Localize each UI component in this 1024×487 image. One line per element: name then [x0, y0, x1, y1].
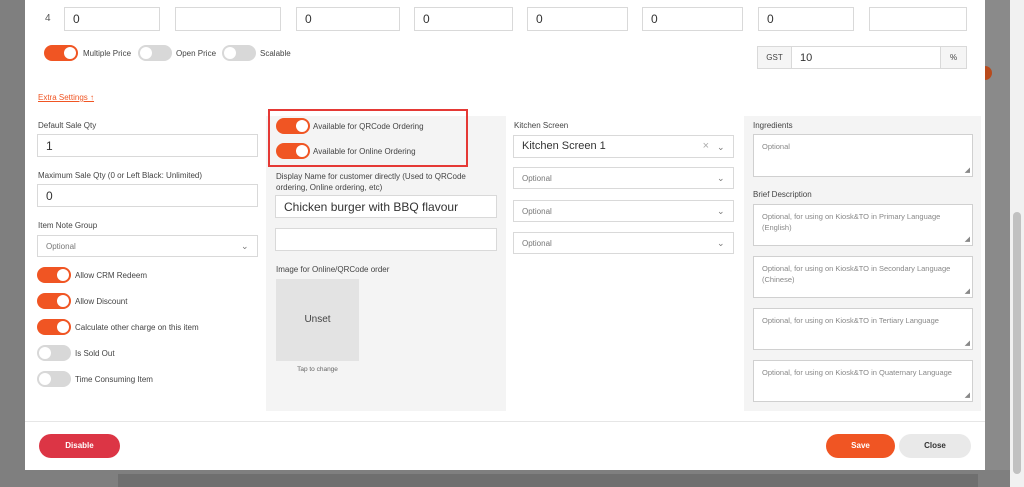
description-secondary-textarea[interactable]: Optional, for using on Kiosk&TO in Secon…: [753, 256, 973, 298]
calculate-other-charge-label: Calculate other charge on this item: [75, 323, 199, 332]
description-quaternary-placeholder: Optional, for using on Kiosk&TO in Quate…: [762, 368, 952, 377]
chevron-down-icon: ⌄: [241, 241, 249, 251]
online-ordering-label: Available for Online Ordering: [313, 147, 416, 156]
backdrop-left: [0, 0, 25, 487]
item-note-group-select[interactable]: Optional ⌄: [37, 235, 258, 257]
display-name-label: Display Name for customer directly (Used…: [276, 172, 466, 192]
price-field-2[interactable]: [175, 7, 281, 31]
display-name-input[interactable]: Chicken burger with BBQ flavour: [275, 195, 497, 218]
item-image[interactable]: Unset: [276, 279, 359, 361]
time-consuming-toggle[interactable]: [37, 371, 71, 387]
gst-field: GST 10 %: [757, 46, 967, 69]
kitchen-screen-select-2[interactable]: Optional ⌄: [513, 167, 734, 189]
ingredients-placeholder: Optional: [762, 142, 790, 151]
description-tertiary-textarea[interactable]: Optional, for using on Kiosk&TO in Terti…: [753, 308, 973, 350]
brief-description-label: Brief Description: [753, 190, 812, 199]
item-note-group-label: Item Note Group: [38, 221, 98, 230]
footer-divider: [25, 421, 985, 422]
resize-handle-icon[interactable]: ◢: [965, 167, 970, 174]
close-button[interactable]: Close: [899, 434, 971, 458]
kitchen-screen-select-4[interactable]: Optional ⌄: [513, 232, 734, 254]
kitchen-screen-value: Kitchen Screen 1: [522, 140, 606, 152]
online-ordering-toggle[interactable]: [276, 143, 310, 159]
description-primary-placeholder: Optional, for using on Kiosk&TO in Prima…: [762, 212, 941, 232]
extra-settings-link[interactable]: Extra Settings ↑: [38, 93, 94, 102]
chevron-down-icon: ⌄: [717, 238, 725, 248]
default-sale-qty-label: Default Sale Qty: [38, 121, 97, 130]
allow-crm-redeem-toggle[interactable]: [37, 267, 71, 283]
kitchen-screen-select-3[interactable]: Optional ⌄: [513, 200, 734, 222]
save-button[interactable]: Save: [826, 434, 895, 458]
row-number: 4: [45, 13, 51, 24]
price-field-5[interactable]: 0: [527, 7, 628, 31]
description-secondary-placeholder: Optional, for using on Kiosk&TO in Secon…: [762, 264, 951, 284]
resize-handle-icon[interactable]: ◢: [965, 236, 970, 243]
kitchen-screen-select-1[interactable]: Kitchen Screen 1 × ⌄: [513, 135, 734, 158]
kitchen-screen-label: Kitchen Screen: [514, 121, 569, 130]
kitchen-screen-2-value: Optional: [522, 174, 552, 183]
price-field-4[interactable]: 0: [414, 7, 513, 31]
ingredients-label: Ingredients: [753, 121, 793, 130]
price-field-7[interactable]: 0: [758, 7, 854, 31]
price-field-8[interactable]: [869, 7, 967, 31]
open-price-label: Open Price: [176, 49, 217, 58]
description-tertiary-placeholder: Optional, for using on Kiosk&TO in Terti…: [762, 316, 939, 325]
scalable-toggle[interactable]: [222, 45, 256, 61]
gst-label: GST: [758, 47, 792, 68]
price-field-1[interactable]: 0: [64, 7, 160, 31]
ingredients-textarea[interactable]: Optional ◢: [753, 134, 973, 177]
gst-input[interactable]: 10: [800, 52, 812, 64]
price-field-3[interactable]: 0: [296, 7, 400, 31]
scalable-label: Scalable: [260, 49, 291, 58]
multiple-price-label: Multiple Price: [83, 49, 132, 58]
disable-button[interactable]: Disable: [39, 434, 120, 458]
backdrop-bar: [118, 474, 978, 487]
description-quaternary-textarea[interactable]: Optional, for using on Kiosk&TO in Quate…: [753, 360, 973, 402]
open-price-toggle[interactable]: [138, 45, 172, 61]
allow-discount-toggle[interactable]: [37, 293, 71, 309]
allow-discount-label: Allow Discount: [75, 297, 128, 306]
resize-handle-icon[interactable]: ◢: [965, 288, 970, 295]
image-label: Image for Online/QRCode order: [276, 265, 390, 274]
display-name-secondary-input[interactable]: [275, 228, 497, 251]
description-primary-textarea[interactable]: Optional, for using on Kiosk&TO in Prima…: [753, 204, 973, 246]
multiple-price-toggle[interactable]: [44, 45, 78, 61]
item-note-group-value: Optional: [46, 242, 76, 251]
time-consuming-label: Time Consuming Item: [75, 375, 153, 384]
max-sale-qty-label: Maximum Sale Qty (0 or Left Black: Unlim…: [38, 171, 203, 180]
gst-unit: %: [940, 47, 966, 68]
scrollbar-thumb[interactable]: [1013, 212, 1021, 474]
qrcode-ordering-toggle[interactable]: [276, 118, 310, 134]
is-sold-out-label: Is Sold Out: [75, 349, 115, 358]
resize-handle-icon[interactable]: ◢: [965, 340, 970, 347]
chevron-down-icon: ⌄: [717, 173, 725, 183]
default-sale-qty-input[interactable]: 1: [37, 134, 258, 157]
chevron-down-icon: ⌄: [717, 206, 725, 216]
edit-item-modal: 4 0 0 0 0 0 0 Multiple Price Open Price …: [25, 0, 985, 470]
is-sold-out-toggle[interactable]: [37, 345, 71, 361]
chevron-down-icon: ⌄: [717, 142, 725, 152]
resize-handle-icon[interactable]: ◢: [965, 392, 970, 399]
kitchen-screen-4-value: Optional: [522, 239, 552, 248]
qrcode-ordering-label: Available for QRCode Ordering: [313, 122, 424, 131]
calculate-other-charge-toggle[interactable]: [37, 319, 71, 335]
allow-crm-redeem-label: Allow CRM Redeem: [75, 271, 148, 280]
clear-icon[interactable]: ×: [703, 140, 709, 152]
image-hint: Tap to change: [297, 366, 338, 373]
kitchen-screen-3-value: Optional: [522, 207, 552, 216]
price-field-6[interactable]: 0: [642, 7, 743, 31]
max-sale-qty-input[interactable]: 0: [37, 184, 258, 207]
